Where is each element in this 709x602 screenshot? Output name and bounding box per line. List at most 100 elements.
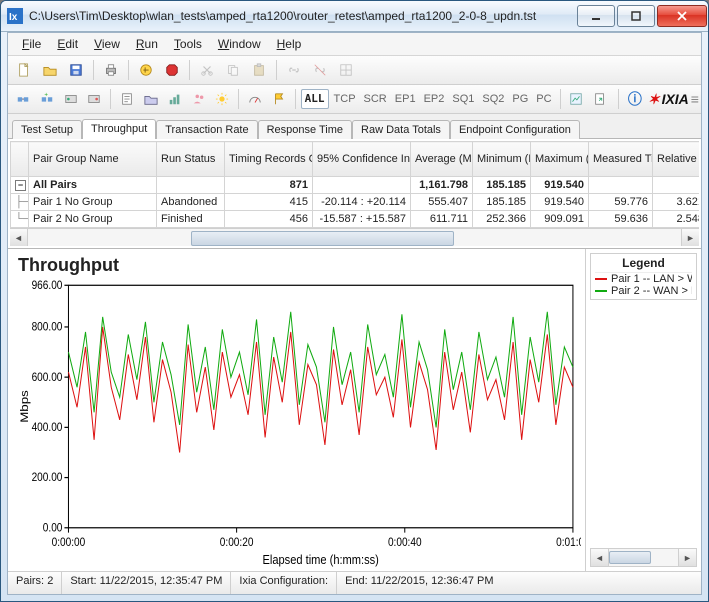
tab-endpoint-config[interactable]: Endpoint Configuration <box>450 120 580 139</box>
analyze-icon[interactable] <box>164 87 186 111</box>
endpoint2-icon[interactable] <box>83 87 105 111</box>
window-buttons <box>576 5 708 27</box>
sun-icon[interactable] <box>211 87 233 111</box>
chip-ep2[interactable]: EP2 <box>421 93 448 105</box>
status-config: Ixia Configuration: <box>231 572 337 594</box>
table-row[interactable]: ├── Pair 1 No Group Abandoned 415 -20.11… <box>11 194 700 211</box>
filter-all-button[interactable]: ALL <box>301 89 329 109</box>
legend-hscrollbar[interactable]: ◄ ► <box>590 548 697 567</box>
tab-raw-data[interactable]: Raw Data Totals <box>352 120 450 139</box>
grid-icon[interactable] <box>334 58 358 82</box>
col-measured-time[interactable]: Measured Time (sec) <box>589 142 653 177</box>
unlink-icon[interactable] <box>308 58 332 82</box>
col-relative-precision[interactable]: Relative Precision <box>653 142 700 177</box>
scroll-left-icon[interactable]: ◄ <box>591 549 609 566</box>
col-timing-records[interactable]: Timing Records Completed <box>225 142 313 177</box>
cell-recs: 871 <box>225 177 313 194</box>
results-icon[interactable] <box>565 87 587 111</box>
col-confidence[interactable]: 95% Confidence Interval <box>313 142 411 177</box>
script-icon[interactable] <box>116 87 138 111</box>
scroll-thumb[interactable] <box>191 231 454 246</box>
print-icon[interactable] <box>99 58 123 82</box>
legend-item[interactable]: Pair 2 -- WAN > LAN <box>595 285 692 297</box>
scroll-thumb[interactable] <box>609 551 651 564</box>
gauge-icon[interactable] <box>244 87 266 111</box>
toolbar-sep <box>560 89 561 109</box>
close-button[interactable] <box>657 5 707 27</box>
chart-legend-area: Throughput 0.00200.00400.00600.00800.009… <box>8 249 701 571</box>
svg-text:Elapsed time (h:mm:ss): Elapsed time (h:mm:ss) <box>263 552 379 567</box>
cell-run-status: Finished <box>157 211 225 228</box>
menu-file[interactable]: File <box>14 35 49 53</box>
minimize-button[interactable] <box>577 5 615 27</box>
menu-help[interactable]: Help <box>269 35 310 53</box>
menu-edit[interactable]: Edit <box>49 35 86 53</box>
chip-sq2[interactable]: SQ2 <box>479 93 507 105</box>
chip-scr[interactable]: SCR <box>361 93 390 105</box>
info-icon[interactable]: ⓘ <box>624 87 646 111</box>
tab-transaction-rate[interactable]: Transaction Rate <box>156 120 257 139</box>
cell-run-status <box>157 177 225 194</box>
svg-text:200.00: 200.00 <box>32 471 63 484</box>
new-file-icon[interactable] <box>12 58 36 82</box>
table-row[interactable]: └── Pair 2 No Group Finished 456 -15.587… <box>11 211 700 228</box>
collapse-icon[interactable]: − <box>15 180 26 191</box>
col-run-status[interactable]: Run Status <box>157 142 225 177</box>
open-folder-icon[interactable] <box>38 58 62 82</box>
scroll-left-icon[interactable]: ◄ <box>10 229 28 246</box>
col-minimum[interactable]: Minimum (Mbps) <box>473 142 531 177</box>
cell-ci: -15.587 : +15.587 <box>313 211 411 228</box>
chart-canvas[interactable]: 0.00200.00400.00600.00800.00966.000:00:0… <box>16 278 581 569</box>
tab-throughput[interactable]: Throughput <box>82 119 156 139</box>
save-icon[interactable] <box>64 58 88 82</box>
table-row[interactable]: − All Pairs 871 1,161.798 185.185 919.54… <box>11 177 700 194</box>
pair-add-icon[interactable] <box>12 87 34 111</box>
cell-avg: 555.407 <box>411 194 473 211</box>
paste-icon[interactable] <box>247 58 271 82</box>
col-pair-group[interactable]: Pair Group Name <box>29 142 157 177</box>
col-average[interactable]: Average (Mbps) <box>411 142 473 177</box>
menubar: File Edit View Run Tools Window Help <box>8 33 701 56</box>
chip-sq1[interactable]: SQ1 <box>449 93 477 105</box>
endpoint1-icon[interactable] <box>60 87 82 111</box>
toolbar-sep <box>276 60 277 80</box>
menu-tools[interactable]: Tools <box>166 35 210 53</box>
tab-response-time[interactable]: Response Time <box>258 120 352 139</box>
toolbar-secondary: + ALL TCP SCR EP1 EP2 SQ1 SQ2 PG PC <box>8 85 701 114</box>
col-tree[interactable] <box>11 142 29 177</box>
menu-run[interactable]: Run <box>128 35 166 53</box>
chip-pg[interactable]: PG <box>509 93 531 105</box>
svg-text:0:00:00: 0:00:00 <box>52 536 86 549</box>
run-icon[interactable] <box>134 58 158 82</box>
menu-view[interactable]: View <box>86 35 128 53</box>
svg-text:Mbps: Mbps <box>18 390 31 423</box>
tree-toggle-cell[interactable]: − <box>11 177 29 194</box>
copy-icon[interactable] <box>221 58 245 82</box>
flag-icon[interactable] <box>268 87 290 111</box>
legend-item[interactable]: Pair 1 -- LAN > WAN <box>595 273 692 285</box>
stop-icon[interactable] <box>160 58 184 82</box>
chip-pc[interactable]: PC <box>533 93 554 105</box>
scroll-right-icon[interactable]: ► <box>678 549 696 566</box>
svg-text:0:01:00: 0:01:00 <box>556 536 581 549</box>
svg-text:400.00: 400.00 <box>32 421 63 434</box>
menu-window[interactable]: Window <box>210 35 269 53</box>
scroll-right-icon[interactable]: ► <box>681 229 699 246</box>
toolbar-sep <box>189 60 190 80</box>
cut-icon[interactable] <box>195 58 219 82</box>
link-icon[interactable] <box>282 58 306 82</box>
col-maximum[interactable]: Maximum (Mbps) <box>531 142 589 177</box>
export-icon[interactable] <box>589 87 611 111</box>
tab-test-setup[interactable]: Test Setup <box>12 120 82 139</box>
chip-ep1[interactable]: EP1 <box>392 93 419 105</box>
tabstrip: Test Setup Throughput Transaction Rate R… <box>8 114 701 139</box>
grid-hscrollbar[interactable]: ◄ ► <box>10 228 699 246</box>
chip-tcp[interactable]: TCP <box>331 93 359 105</box>
cell-time: 59.776 <box>589 194 653 211</box>
folder2-icon[interactable] <box>140 87 162 111</box>
status-end: End: 11/22/2015, 12:36:47 PM <box>337 572 701 594</box>
maximize-button[interactable] <box>617 5 655 27</box>
pair-plus-icon[interactable]: + <box>36 87 58 111</box>
legend-pane: Legend Pair 1 -- LAN > WAN Pair 2 -- WAN… <box>586 249 701 571</box>
people-icon[interactable] <box>188 87 210 111</box>
